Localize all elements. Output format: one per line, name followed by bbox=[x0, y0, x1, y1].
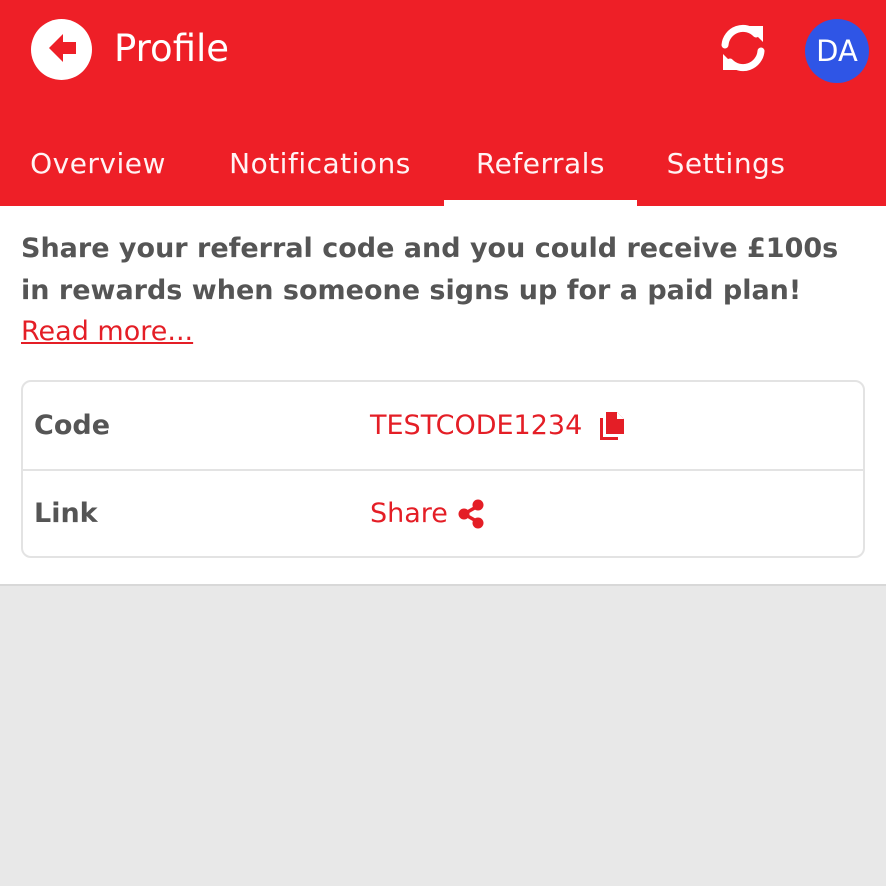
arrow-left-icon bbox=[42, 28, 82, 72]
referral-intro-text: Share your referral code and you could r… bbox=[21, 233, 839, 306]
link-label: Link bbox=[34, 498, 98, 529]
copy-icon bbox=[598, 410, 626, 442]
page-title: Profile bbox=[114, 27, 230, 70]
referral-details-card: Code TESTCODE1234 Link Share bbox=[21, 380, 865, 558]
back-button[interactable] bbox=[31, 19, 92, 80]
referral-link-row: Link Share bbox=[23, 470, 863, 557]
profile-tabs: Overview Notifications Referrals Setting… bbox=[0, 120, 886, 206]
profile-page: Profile DA Overview Notifications Referr… bbox=[0, 0, 886, 886]
refresh-icon bbox=[716, 22, 770, 78]
read-more-link[interactable]: Read more... bbox=[21, 312, 193, 352]
top-app-bar: Profile DA Overview Notifications Referr… bbox=[0, 0, 886, 206]
tab-settings[interactable]: Settings bbox=[655, 120, 797, 206]
share-icon bbox=[457, 499, 485, 529]
referral-code-value: TESTCODE1234 bbox=[370, 410, 583, 441]
share-link-value: Share bbox=[370, 498, 448, 529]
tab-notifications[interactable]: Notifications bbox=[213, 120, 427, 206]
tab-overview[interactable]: Overview bbox=[16, 120, 180, 206]
tab-referrals[interactable]: Referrals bbox=[444, 120, 637, 206]
user-avatar[interactable]: DA bbox=[805, 19, 869, 83]
copy-code-button[interactable]: TESTCODE1234 bbox=[370, 382, 626, 469]
referrals-panel: Share your referral code and you could r… bbox=[0, 206, 886, 586]
share-link-button[interactable]: Share bbox=[370, 470, 485, 557]
refresh-button[interactable] bbox=[714, 22, 772, 78]
code-label: Code bbox=[34, 410, 111, 441]
referral-code-row: Code TESTCODE1234 bbox=[23, 382, 863, 471]
